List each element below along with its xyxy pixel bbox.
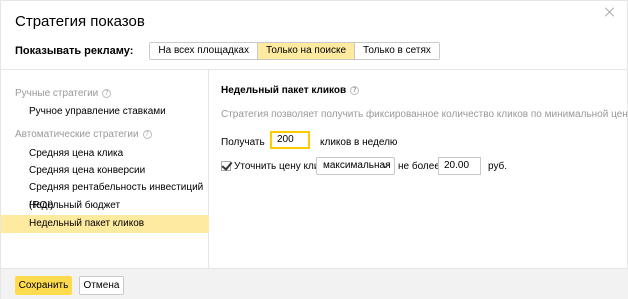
option-networks-only[interactable]: Только в сетях [355, 43, 439, 59]
save-button[interactable]: Сохранить [15, 276, 72, 295]
show-ads-row: Показывать рекламу: На всех площадках То… [15, 42, 440, 60]
refine-mode-value: максимальная [323, 160, 391, 171]
auto-group-label: Автоматические стратегии [15, 129, 139, 140]
option-all-platforms[interactable]: На всех площадках [150, 43, 258, 59]
sidebar-item-manual-bids[interactable]: Ручное управление ставками [1, 103, 209, 121]
question-circle-icon[interactable]: ? [102, 89, 112, 98]
option-search-only[interactable]: Только на поиске [258, 43, 356, 59]
manual-group-label: Ручные стратегии [15, 88, 99, 99]
sidebar-item-avg-cpc[interactable]: Средняя цена клика [1, 145, 209, 163]
dialog-title: Стратегия показов [15, 13, 145, 30]
clicks-suffix: кликов в неделю [320, 137, 398, 148]
auto-group-heading: Автоматические стратегии ? [15, 129, 152, 140]
strategy-description: Стратегия позволяет получить фиксированн… [221, 109, 628, 120]
strategy-dialog: Стратегия показов Показывать рекламу: На… [0, 0, 628, 299]
show-ads-label: Показывать рекламу: [15, 45, 134, 57]
settings-title-text: Недельный пакет кликов [221, 85, 347, 96]
sidebar-item-avg-cpa[interactable]: Средняя цена конверсии [1, 162, 209, 180]
question-circle-icon[interactable]: ? [142, 130, 152, 139]
currency-label: руб. [488, 161, 508, 172]
refine-mode-select[interactable]: максимальная [316, 157, 395, 175]
get-label: Получать [221, 137, 265, 148]
refine-price-checkbox[interactable] [221, 161, 231, 171]
question-circle-icon[interactable]: ? [350, 86, 360, 95]
not-more-label: не более [398, 161, 440, 172]
show-ads-segmented-control: На всех площадках Только на поиске Тольк… [149, 42, 440, 60]
manual-group-heading: Ручные стратегии ? [15, 88, 112, 99]
close-icon[interactable] [605, 7, 615, 17]
max-price-input[interactable]: 20.00 [438, 157, 481, 175]
dialog-footer: Сохранить Отмена [1, 268, 628, 299]
settings-title: Недельный пакет кликов ? [221, 85, 360, 96]
sidebar-item-weekly-budget[interactable]: Недельный бюджет [1, 197, 209, 215]
sidebar-item-weekly-clicks[interactable]: Недельный пакет кликов [1, 215, 209, 233]
cancel-button[interactable]: Отмена [79, 276, 124, 295]
clicks-per-week-input[interactable]: 200 [270, 131, 310, 149]
sidebar-item-avg-roi[interactable]: Средняя рентабельность инвестиций (ROI) [1, 179, 209, 211]
strategy-sidebar: Ручные стратегии ? Ручное управление ста… [1, 70, 209, 268]
